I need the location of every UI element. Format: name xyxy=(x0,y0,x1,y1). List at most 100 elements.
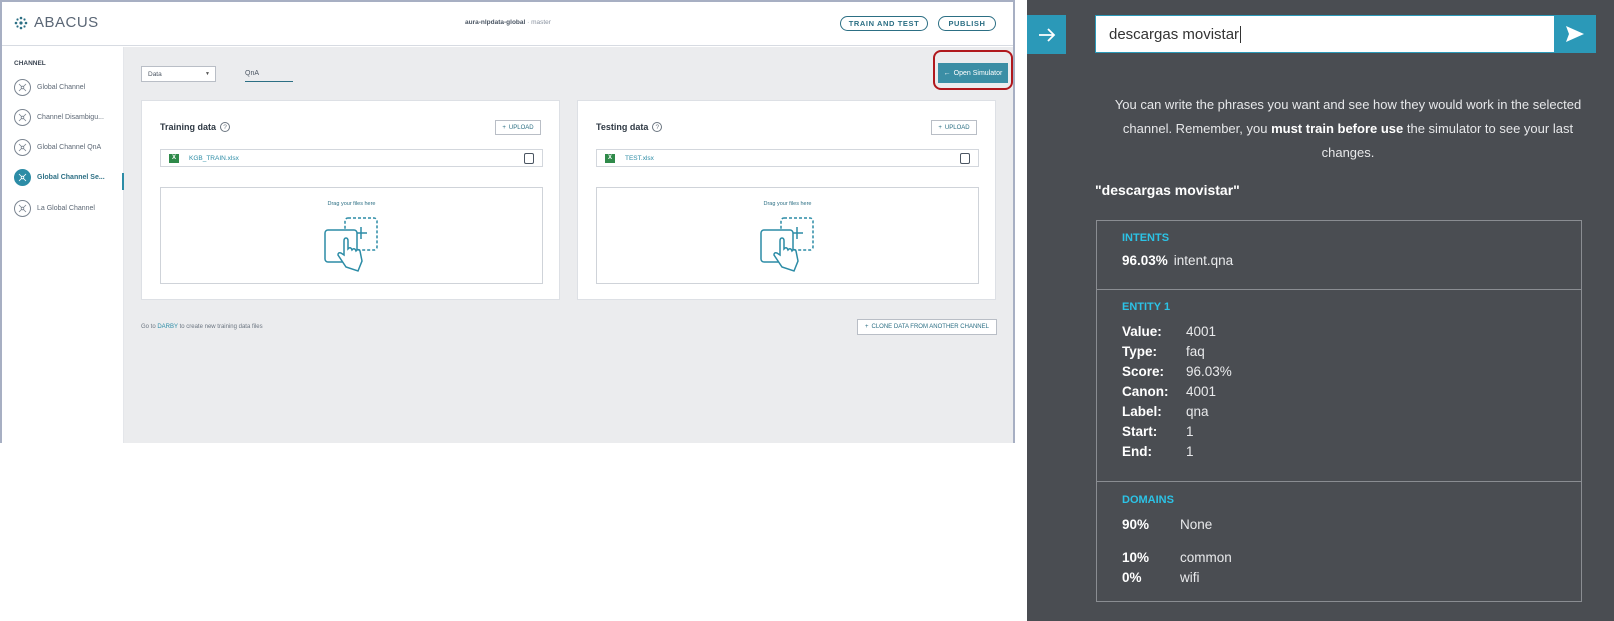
testing-file-row[interactable]: X TEST.xlsx xyxy=(596,149,979,167)
channel-icon xyxy=(14,78,31,96)
training-drop-zone[interactable]: Drag your files here xyxy=(160,187,543,284)
abacus-app-window: ABACUS aura-nlpdata-global · master TRAI… xyxy=(0,0,1015,443)
close-simulator-button[interactable] xyxy=(1027,15,1066,54)
entity-value: 4001 xyxy=(1186,324,1217,339)
domain-pct: 10% xyxy=(1122,550,1150,565)
file-name[interactable]: KGB_TRAIN.xlsx xyxy=(189,155,239,162)
entity-value: qna xyxy=(1186,404,1209,419)
sidebar-section-title: CHANNEL xyxy=(14,60,46,67)
tab-label: QnA xyxy=(245,70,260,77)
channel-icon xyxy=(14,199,31,217)
training-data-title: Training data ? xyxy=(160,122,231,132)
training-file-row[interactable]: X KGB_TRAIN.xlsx xyxy=(160,149,543,167)
entity-key: Type: xyxy=(1122,344,1158,359)
project-branch: master xyxy=(531,19,551,26)
entity-key: Start: xyxy=(1122,424,1158,439)
domain-row: 0% wifi xyxy=(1122,570,1200,585)
simulation-results: INTENTS 96.03% intent.qna ENTITY 1 Value… xyxy=(1096,220,1582,602)
simulator-panel: descargas movistar You can write the phr… xyxy=(1027,0,1614,621)
drop-text: Drag your files here xyxy=(763,201,812,207)
help-bold-text: must train before use xyxy=(1271,121,1404,136)
sidebar-item-label: Global Channel Se... xyxy=(37,173,105,181)
darby-link[interactable]: DARBY xyxy=(157,324,178,330)
plus-icon: + xyxy=(938,124,942,131)
highlight-box xyxy=(933,50,1013,90)
project-label: aura-nlpdata-global · master xyxy=(465,19,551,26)
intent-name: intent.qna xyxy=(1173,253,1234,268)
sidebar-item-global-channel-se[interactable]: Global Channel Se... xyxy=(14,168,122,186)
simulator-help-text: You can write the phrases you want and s… xyxy=(1095,93,1601,165)
simulator-input[interactable]: descargas movistar xyxy=(1095,15,1583,53)
entity-row: End: 1 xyxy=(1122,444,1194,459)
card-title-text: Training data xyxy=(160,122,217,132)
drop-text: Drag your files here xyxy=(327,201,376,207)
intent-score: 96.03% xyxy=(1122,253,1168,268)
footer-post-text: to create new training data files xyxy=(177,324,263,330)
entity-row: Score: 96.03% xyxy=(1122,364,1232,379)
logo[interactable]: ABACUS xyxy=(14,14,99,31)
channel-icon xyxy=(14,138,31,156)
footer-hint: Go to DARBY to create new training data … xyxy=(141,324,263,330)
sidebar-item-label: Global Channel xyxy=(37,83,86,91)
testing-data-title: Testing data ? xyxy=(596,122,663,132)
domain-name: wifi xyxy=(1180,570,1200,585)
entity-title: ENTITY 1 xyxy=(1122,301,1171,313)
upload-training-button[interactable]: + UPLOAD xyxy=(495,120,541,135)
domain-name: None xyxy=(1180,517,1213,532)
footer-pre-text: Go to xyxy=(141,324,158,330)
entity-value: 4001 xyxy=(1186,384,1217,399)
main-content: Data ▼ QnA ← Open Simulator Training dat… xyxy=(124,47,1013,443)
intents-title: INTENTS xyxy=(1122,232,1170,244)
dropdown-value: Data xyxy=(148,71,162,78)
domain-pct: 0% xyxy=(1122,570,1142,585)
sidebar-item-la-global-channel[interactable]: La Global Channel xyxy=(14,199,122,217)
file-name[interactable]: TEST.xlsx xyxy=(625,155,654,162)
domain-name: common xyxy=(1180,550,1232,565)
upload-label: UPLOAD xyxy=(944,124,970,131)
help-icon[interactable]: ? xyxy=(220,122,231,132)
domain-row: 10% common xyxy=(1122,550,1232,565)
tested-phrase: "descargas movistar" xyxy=(1095,182,1240,198)
trash-icon[interactable] xyxy=(960,153,970,164)
plus-icon: + xyxy=(502,124,506,131)
sidebar-item-global-channel[interactable]: Global Channel xyxy=(14,78,122,96)
upload-testing-button[interactable]: + UPLOAD xyxy=(931,120,977,135)
testing-data-card: Testing data ? + UPLOAD X TEST.xlsx Drag… xyxy=(577,100,996,300)
domain-pct: 90% xyxy=(1122,517,1150,532)
clone-data-button[interactable]: + CLONE DATA FROM ANOTHER CHANNEL xyxy=(857,319,997,335)
entity-value: 1 xyxy=(1186,444,1194,459)
sidebar-item-channel-disambiguation[interactable]: Channel Disambigu... xyxy=(14,108,122,126)
tab-qna[interactable]: QnA xyxy=(245,68,293,82)
top-bar: ABACUS aura-nlpdata-global · master TRAI… xyxy=(2,2,1013,46)
card-title-text: Testing data xyxy=(596,122,649,132)
sidebar-item-label: La Global Channel xyxy=(37,204,95,212)
entity-key: Value: xyxy=(1122,324,1162,339)
entity-value: 96.03% xyxy=(1186,364,1232,379)
clone-label: CLONE DATA FROM ANOTHER CHANNEL xyxy=(871,324,989,330)
entity-row: Value: 4001 xyxy=(1122,324,1216,339)
brand-name: ABACUS xyxy=(34,14,99,31)
entity-row: Start: 1 xyxy=(1122,424,1194,439)
entity-section: ENTITY 1 Value: 4001 Type: faq Score: 96.03… xyxy=(1097,290,1581,482)
train-and-test-button[interactable]: TRAIN AND TEST xyxy=(840,16,928,31)
entity-value: faq xyxy=(1186,344,1205,359)
testing-drop-zone[interactable]: Drag your files here xyxy=(596,187,979,284)
trash-icon[interactable] xyxy=(524,153,534,164)
domains-title: DOMAINS xyxy=(1122,494,1174,506)
send-icon xyxy=(1566,26,1584,42)
entity-key: Canon: xyxy=(1122,384,1169,399)
text-cursor xyxy=(1240,26,1242,43)
publish-button[interactable]: PUBLISH xyxy=(938,16,996,31)
sidebar-item-global-channel-qna[interactable]: Global Channel QnA xyxy=(14,138,122,156)
abacus-logo-icon xyxy=(14,16,28,29)
entity-row: Canon: 4001 xyxy=(1122,384,1216,399)
help-icon[interactable]: ? xyxy=(652,122,663,132)
simulator-input-value: descargas movistar xyxy=(1109,26,1240,43)
channel-sidebar: CHANNEL Global Channel Channel Disambigu… xyxy=(2,47,124,443)
caret-down-icon: ▼ xyxy=(205,71,210,77)
data-dropdown[interactable]: Data ▼ xyxy=(141,66,216,82)
drag-upload-icon xyxy=(760,217,814,272)
sidebar-item-label: Channel Disambigu... xyxy=(37,113,104,121)
entity-key: End: xyxy=(1122,444,1152,459)
send-button[interactable] xyxy=(1554,15,1596,53)
